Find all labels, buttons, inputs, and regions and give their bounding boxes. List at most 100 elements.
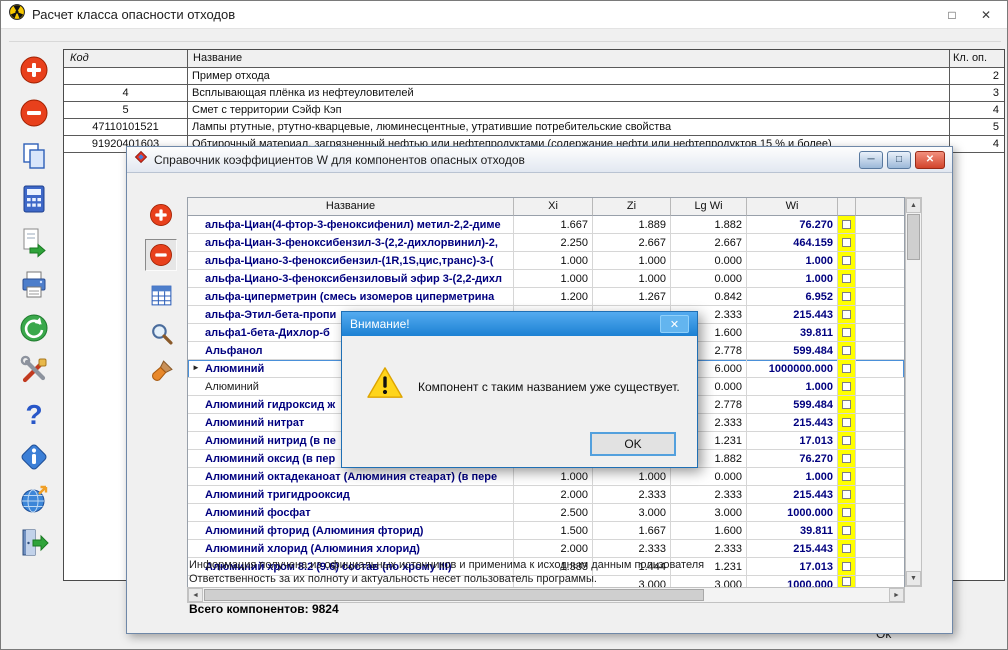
wi-cell[interactable]: 39.811 [747,522,838,540]
ref-minimize-button[interactable]: ─ [859,151,883,169]
component-name-cell[interactable]: Алюминий октадеканоат (Алюминия стеарат)… [201,468,514,486]
main-close-button[interactable]: ✕ [979,8,993,22]
xi-cell[interactable]: 1.667 [514,216,593,234]
wi-cell[interactable]: 1.000 [747,252,838,270]
wi-cell[interactable]: 215.443 [747,486,838,504]
wi-cell[interactable]: 215.443 [747,306,838,324]
ref-maximize-button[interactable]: □ [887,151,911,169]
col-header-code[interactable]: Код [64,50,187,67]
delete-icon[interactable] [145,239,177,271]
waste-row[interactable]: Пример отхода 2 [64,68,1004,85]
wi-cell[interactable]: 599.484 [747,396,838,414]
component-name-cell[interactable]: Алюминий хлорид (Алюминия хлорид) [201,540,514,558]
wi-cell[interactable]: 17.013 [747,558,838,576]
checkbox[interactable] [842,577,851,586]
component-name-cell[interactable]: альфа-Циано-3-феноксибензил-(1R,1S,цис,т… [201,252,514,270]
add-icon[interactable] [147,201,175,229]
wi-cell[interactable]: 1000.000 [747,504,838,522]
tools-icon[interactable] [17,354,51,388]
flag-cell[interactable] [838,324,856,342]
wi-cell[interactable]: 17.013 [747,432,838,450]
component-name-cell[interactable]: Алюминий тригидрооксид [201,486,514,504]
component-row[interactable]: альфа-Циан-3-феноксибензил-3-(2,2-дихлор… [188,234,904,252]
lgwi-cell[interactable]: 1.882 [671,216,747,234]
horizontal-scrollbar[interactable]: ◄ ► [187,587,905,603]
flag-cell[interactable] [838,396,856,414]
flag-cell[interactable] [838,414,856,432]
checkbox[interactable] [842,220,851,229]
checkbox[interactable] [842,526,851,535]
export-icon[interactable] [17,225,51,259]
add-icon[interactable] [17,53,51,87]
xi-cell[interactable]: 2.000 [514,486,593,504]
flag-cell[interactable] [838,360,856,378]
component-row[interactable]: альфа-Циано-3-феноксибензил-(1R,1S,цис,т… [188,252,904,270]
recalculate-icon[interactable] [17,311,51,345]
flag-cell[interactable] [838,540,856,558]
wi-cell[interactable]: 1.000 [747,270,838,288]
wi-cell[interactable]: 1.000 [747,468,838,486]
scroll-left-arrow[interactable]: ◄ [188,588,203,602]
flag-cell[interactable] [838,216,856,234]
scroll-right-arrow[interactable]: ► [889,588,904,602]
checkbox[interactable] [842,562,851,571]
lgwi-cell[interactable]: 3.000 [671,504,747,522]
xi-cell[interactable]: 2.250 [514,234,593,252]
xi-cell[interactable]: 1.000 [514,270,593,288]
wi-cell[interactable]: 1000000.000 [747,360,838,378]
delete-icon[interactable] [17,96,51,130]
wi-cell[interactable]: 76.270 [747,450,838,468]
checkbox[interactable] [842,274,851,283]
zi-cell[interactable]: 2.333 [593,486,671,504]
checkbox[interactable] [842,256,851,265]
flag-cell[interactable] [838,234,856,252]
checkbox[interactable] [842,292,851,301]
flag-cell[interactable] [838,504,856,522]
flag-cell[interactable] [838,468,856,486]
waste-code-cell[interactable]: 4 [64,85,187,101]
flag-cell[interactable] [838,252,856,270]
checkbox[interactable] [842,382,851,391]
checkbox[interactable] [842,490,851,499]
wi-cell[interactable]: 215.443 [747,540,838,558]
checkbox[interactable] [842,400,851,409]
waste-class-cell[interactable]: 4 [947,102,1004,118]
table-icon[interactable] [147,281,175,309]
col-header-lgwi[interactable]: Lg Wi [671,198,747,216]
reference-titlebar[interactable]: Справочник коэффициентов W для компонент… [127,147,952,173]
checkbox[interactable] [842,436,851,445]
xi-cell[interactable]: 1.000 [514,468,593,486]
waste-code-cell[interactable] [64,68,187,84]
flag-cell[interactable] [838,522,856,540]
waste-class-cell[interactable]: 5 [947,119,1004,135]
scroll-up-arrow[interactable]: ▲ [906,198,921,213]
checkbox[interactable] [842,418,851,427]
col-header-xi[interactable]: Xi [514,198,593,216]
component-row[interactable]: Алюминий хлорид (Алюминия хлорид) 2.000 … [188,540,904,558]
horizontal-scroll-thumb[interactable] [204,589,704,601]
dialog-titlebar[interactable]: Внимание! ✕ [342,312,697,336]
component-row[interactable]: Алюминий фосфат 2.500 3.000 3.000 1000.0… [188,504,904,522]
xi-cell[interactable]: 2.000 [514,540,593,558]
checkbox[interactable] [842,508,851,517]
scroll-down-arrow[interactable]: ▼ [906,571,921,586]
vertical-scroll-thumb[interactable] [907,214,920,260]
flag-cell[interactable] [838,270,856,288]
waste-class-cell[interactable]: 2 [947,68,1004,84]
xi-cell[interactable]: 1.500 [514,522,593,540]
checkbox[interactable] [842,238,851,247]
checkbox[interactable] [842,544,851,553]
exit-icon[interactable] [17,526,51,560]
waste-row[interactable]: 4 Всплывающая плёнка из нефтеуловителей … [64,85,1004,102]
flag-cell[interactable] [838,558,856,576]
ok-button[interactable]: OK [590,432,676,456]
lgwi-cell[interactable]: 2.667 [671,234,747,252]
brush-icon[interactable] [147,357,175,385]
component-row[interactable]: альфа-циперметрин (смесь изомеров циперм… [188,288,904,306]
waste-class-cell[interactable]: 3 [947,85,1004,101]
waste-row[interactable]: 5 Смет с территории Сэйф Кэп 4 [64,102,1004,119]
wi-cell[interactable]: 1.000 [747,378,838,396]
component-name-cell[interactable]: альфа-Циан-3-феноксибензил-3-(2,2-дихлор… [201,234,514,252]
component-name-cell[interactable]: Алюминий фосфат [201,504,514,522]
flag-cell[interactable] [838,432,856,450]
